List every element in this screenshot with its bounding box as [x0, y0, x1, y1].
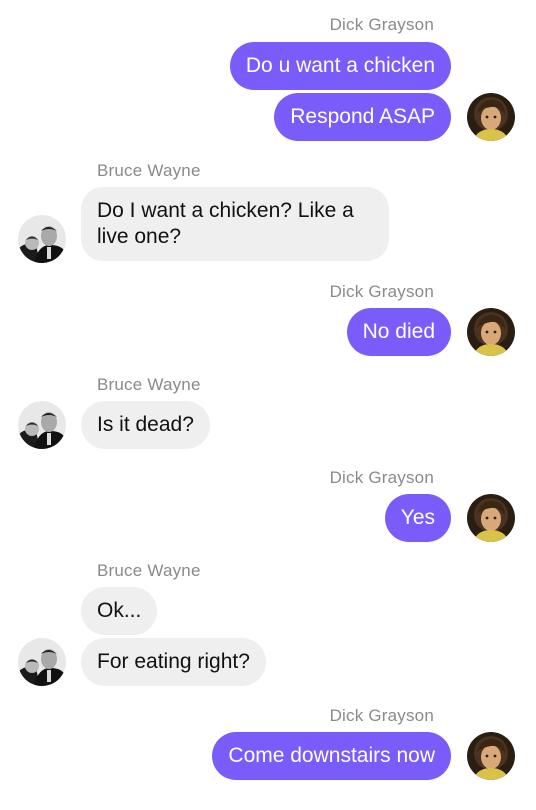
outgoing-message-bubble[interactable]: Do u want a chicken [229, 42, 451, 90]
sender-name-bruce: Bruce Wayne [97, 161, 201, 180]
sender-name-bruce: Bruce Wayne [97, 375, 201, 394]
incoming-message-bubble[interactable]: Is it dead? [81, 401, 210, 449]
bruce-wayne-avatar-icon[interactable] [18, 638, 66, 686]
sender-name-dick: Dick Grayson [329, 15, 434, 34]
sender-name-dick: Dick Grayson [329, 468, 434, 487]
outgoing-message-bubble[interactable]: Come downstairs now [212, 732, 451, 780]
incoming-message-bubble[interactable]: Ok... [81, 587, 158, 635]
incoming-message-bubble[interactable]: Do I want a chicken? Like a live one? [81, 187, 389, 261]
bruce-wayne-avatar-icon[interactable] [18, 401, 66, 449]
dick-grayson-avatar-icon[interactable] [467, 494, 515, 542]
dick-grayson-avatar-icon[interactable] [467, 732, 515, 780]
sender-name-dick: Dick Grayson [329, 282, 434, 301]
bruce-wayne-avatar-icon[interactable] [18, 215, 66, 263]
dick-grayson-avatar-icon[interactable] [467, 93, 515, 141]
outgoing-message-bubble[interactable]: Yes [384, 494, 451, 542]
incoming-message-bubble[interactable]: For eating right? [81, 638, 266, 686]
dick-grayson-avatar-icon[interactable] [467, 308, 515, 356]
outgoing-message-bubble[interactable]: Respond ASAP [274, 93, 451, 141]
sender-name-bruce: Bruce Wayne [97, 561, 201, 580]
sender-name-dick: Dick Grayson [329, 706, 434, 725]
outgoing-message-bubble[interactable]: No died [346, 308, 451, 356]
